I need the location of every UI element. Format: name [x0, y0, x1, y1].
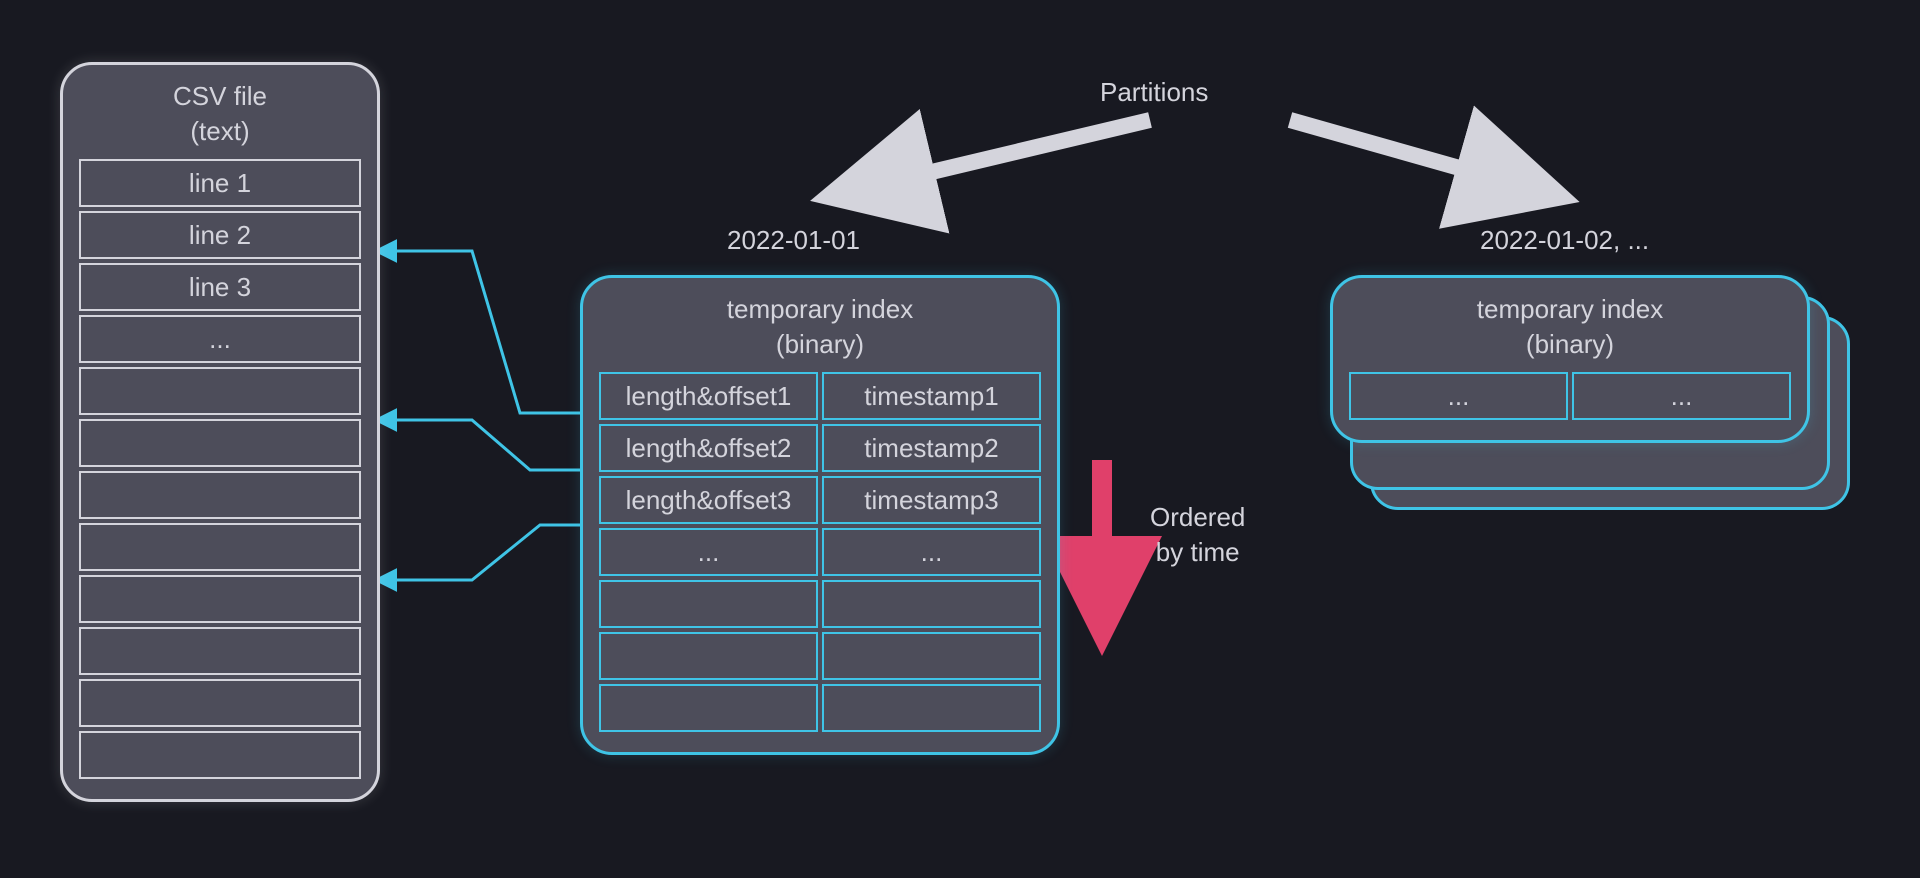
table-row: length&offset3timestamp3 — [599, 476, 1041, 524]
table-row: ...... — [1349, 372, 1791, 420]
table-row: length&offset1timestamp1 — [599, 372, 1041, 420]
csv-line-cell: line 3 — [79, 263, 361, 311]
timestamp-cell: timestamp2 — [822, 424, 1041, 472]
table-row — [79, 471, 361, 519]
csv-title-l1: CSV file — [173, 81, 267, 111]
csv-line-cell — [79, 627, 361, 675]
table-row — [79, 575, 361, 623]
length-offset-cell — [599, 580, 818, 628]
csv-line-cell — [79, 367, 361, 415]
timestamp-cell: timestamp3 — [822, 476, 1041, 524]
csv-title-l2: (text) — [190, 116, 249, 146]
csv-line-cell — [79, 471, 361, 519]
length-offset-cell — [599, 684, 818, 732]
csv-line-cell: line 2 — [79, 211, 361, 259]
length-offset-cell: length&offset3 — [599, 476, 818, 524]
table-row: line 3 — [79, 263, 361, 311]
timestamp-cell — [822, 684, 1041, 732]
table-row: ... — [79, 315, 361, 363]
partition1-date-label: 2022-01-01 — [727, 225, 860, 256]
table-row — [79, 419, 361, 467]
timestamp-cell: ... — [1572, 372, 1791, 420]
ordered-by-time-label: Ordered by time — [1150, 500, 1245, 570]
csv-file-panel: CSV file (text) line 1line 2line 3... — [60, 62, 380, 802]
table-row — [79, 627, 361, 675]
table-row — [79, 367, 361, 415]
csv-rows: line 1line 2line 3... — [79, 159, 361, 779]
csv-line-cell — [79, 575, 361, 623]
csv-line-cell: line 1 — [79, 159, 361, 207]
length-offset-cell — [599, 632, 818, 680]
timestamp-cell — [822, 580, 1041, 628]
partition1-panel: temporary index (binary) length&offset1t… — [580, 275, 1060, 755]
table-row: line 2 — [79, 211, 361, 259]
partition1-title-l2: (binary) — [776, 329, 864, 359]
length-offset-cell: ... — [599, 528, 818, 576]
length-offset-cell: length&offset1 — [599, 372, 818, 420]
table-row — [599, 684, 1041, 732]
table-row — [599, 632, 1041, 680]
table-row: length&offset2timestamp2 — [599, 424, 1041, 472]
partition2-title-l1: temporary index — [1477, 294, 1663, 324]
table-row — [599, 580, 1041, 628]
timestamp-cell: timestamp1 — [822, 372, 1041, 420]
partition2-rows: ...... — [1349, 372, 1791, 420]
partition1-rows: length&offset1timestamp1length&offset2ti… — [599, 372, 1041, 732]
timestamp-cell — [822, 632, 1041, 680]
timestamp-cell: ... — [822, 528, 1041, 576]
csv-line-cell — [79, 523, 361, 571]
table-row: line 1 — [79, 159, 361, 207]
partition2-date-label: 2022-01-02, ... — [1480, 225, 1649, 256]
csv-line-cell: ... — [79, 315, 361, 363]
partition1-title: temporary index (binary) — [599, 292, 1041, 362]
length-offset-cell: length&offset2 — [599, 424, 818, 472]
partition2-title: temporary index (binary) — [1349, 292, 1791, 362]
csv-title: CSV file (text) — [79, 79, 361, 149]
table-row — [79, 679, 361, 727]
length-offset-cell: ... — [1349, 372, 1568, 420]
csv-line-cell — [79, 679, 361, 727]
partition2-panel: temporary index (binary) ...... — [1330, 275, 1810, 443]
partition1-title-l1: temporary index — [727, 294, 913, 324]
csv-line-cell — [79, 419, 361, 467]
table-row: ...... — [599, 528, 1041, 576]
partitions-label: Partitions — [1100, 77, 1208, 108]
partition2-title-l2: (binary) — [1526, 329, 1614, 359]
csv-line-cell — [79, 731, 361, 779]
table-row — [79, 731, 361, 779]
table-row — [79, 523, 361, 571]
